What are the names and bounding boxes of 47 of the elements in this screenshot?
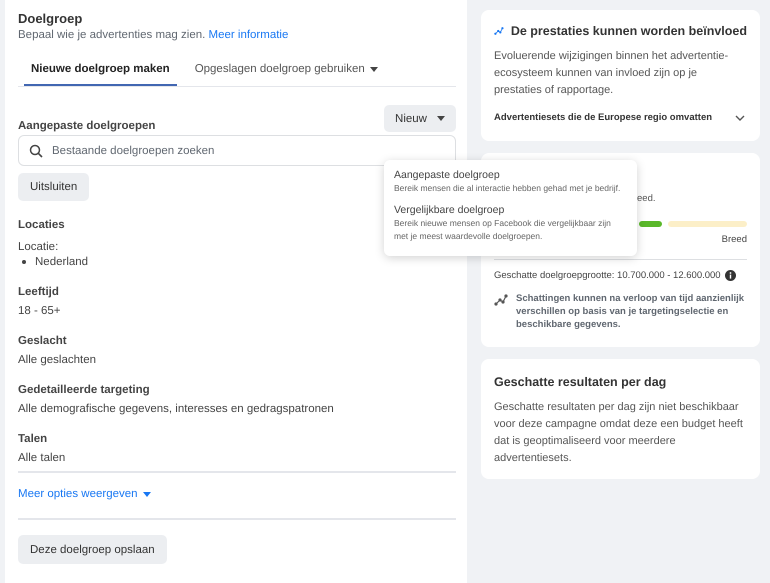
save-button[interactable]: Deze doelgroep opslaan bbox=[18, 535, 167, 564]
list-item: Nederland bbox=[35, 256, 88, 268]
card-text: Geschatte resultaten per dag zijn niet beschikbaar voor deze campagne omdat deze een budget heeft dat is geoptimaliseerd voor meerdere advertentiesets. bbox=[494, 400, 744, 466]
menu-item[interactable]: Vergelijkbare doelgroep Bereik nieuwe mensen op Facebook die vergelijkbaar zijn met je meest waardevolle doelgroepen. bbox=[384, 204, 637, 252]
menu-item-description: Bereik nieuwe mensen op Facebook die vergelijkbaar zijn met je meest waardevolle doelgroepen. bbox=[394, 217, 612, 243]
info-icon bbox=[724, 270, 736, 281]
field-label: Geslacht bbox=[18, 335, 67, 347]
trend-icon bbox=[494, 25, 504, 37]
section-title: Doelgroep bbox=[18, 11, 84, 26]
menu-item-description: Bereik mensen die al interactie hebben gehad met je bedrijf. bbox=[394, 182, 622, 195]
field-label: Locaties bbox=[18, 219, 65, 231]
more-options-link[interactable]: Meer opties weergeven bbox=[18, 488, 151, 500]
subtitle-text: Bepaal wie je advertenties mag zien. Meer informatie bbox=[18, 29, 290, 41]
search-field[interactable]: Bestaande doelgroepen zoeken bbox=[18, 135, 456, 166]
field-value: Alle geslachten bbox=[18, 354, 96, 366]
bullet-icon bbox=[22, 260, 26, 264]
field-label: Leeftijd bbox=[18, 286, 59, 298]
expander-row[interactable]: Advertentiesets die de Europese regio omvatten bbox=[494, 112, 747, 129]
info-link[interactable]: Meer informatie bbox=[208, 29, 288, 41]
new-button[interactable]: Nieuw bbox=[384, 105, 456, 132]
meter-label: Breed bbox=[722, 234, 747, 245]
card-text: eed. bbox=[637, 193, 656, 204]
caret-icon bbox=[437, 116, 445, 121]
chevron-icon bbox=[735, 114, 745, 120]
field-value: Alle talen bbox=[18, 452, 66, 464]
tab[interactable]: Opgeslagen doelgroep gebruiken bbox=[186, 63, 386, 86]
field-label: Aangepaste doelgroepen bbox=[18, 120, 156, 132]
menu-item[interactable]: Aangepaste doelgroep Bereik mensen die al interactie hebben gehad met je bedrijf. bbox=[384, 169, 637, 204]
search-input[interactable]: Bestaande doelgroepen zoeken bbox=[52, 144, 445, 156]
card-title: Geschatte resultaten per dag bbox=[494, 375, 668, 389]
expander-label: Advertentiesets die de Europese regio omvatten bbox=[494, 112, 712, 123]
tab[interactable]: Nieuwe doelgroep maken bbox=[24, 63, 177, 86]
trend-icon bbox=[494, 294, 508, 306]
field-value: 18 - 65+ bbox=[18, 305, 61, 317]
note-text: Schattingen kunnen na verloop van tijd aanzienlijk verschillen op basis van je targetingselectie en beschikbare gegevens. bbox=[516, 292, 746, 331]
audience-size: Geschatte doelgroepgrootte: 10.700.000 - 12.600.000 bbox=[494, 270, 721, 281]
menu-item-title: Aangepaste doelgroep bbox=[394, 169, 501, 181]
search-icon bbox=[29, 144, 43, 158]
field-label: Gedetailleerde targeting bbox=[18, 384, 150, 396]
menu-item-title: Vergelijkbare doelgroep bbox=[394, 204, 506, 216]
exclude-button[interactable]: Uitsluiten bbox=[18, 173, 90, 201]
field-label: Talen bbox=[18, 433, 48, 445]
card-title: De prestaties kunnen worden beïnvloed bbox=[510, 24, 747, 38]
field-sublabel: Locatie: bbox=[18, 241, 58, 253]
card-text: Evoluerende wijzigingen binnen het advertentie-ecosysteem kunnen van invloed zijn op je prestaties of rapportage. bbox=[494, 49, 730, 98]
field-value: Alle demografische gegevens, interesses en gedragspatronen bbox=[18, 403, 334, 415]
caret-icon bbox=[142, 492, 151, 496]
